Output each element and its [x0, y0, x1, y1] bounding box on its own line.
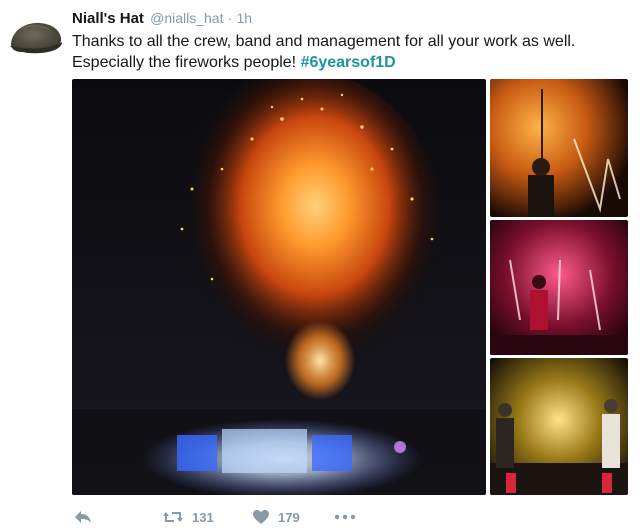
- retweet-count: 131: [192, 509, 214, 525]
- avatar[interactable]: [8, 18, 64, 58]
- reply-arrow-icon: [75, 511, 91, 523]
- photo-thumb-1[interactable]: [490, 79, 628, 217]
- like-button[interactable]: 179: [252, 505, 300, 529]
- more-button[interactable]: [334, 505, 356, 529]
- fireworks-image: [72, 79, 486, 495]
- author-name[interactable]: Niall's Hat: [72, 10, 144, 27]
- photo-thumb-3[interactable]: [490, 358, 628, 495]
- band-stage-fireworks-image: [490, 358, 628, 495]
- tweet-timestamp[interactable]: 1h: [237, 10, 253, 26]
- heart-icon: [253, 510, 269, 524]
- tweet: Niall's Hat @nialls_hat · 1h Thanks to a…: [0, 0, 640, 532]
- media-grid: [72, 79, 628, 495]
- tweet-text: Thanks to all the crew, band and managem…: [72, 31, 632, 73]
- tweet-text-line-2: Especially the fireworks people! #6years…: [72, 52, 632, 73]
- more-dots-icon: [334, 514, 356, 520]
- photo-thumb-2[interactable]: [490, 220, 628, 355]
- meta-separator: ·: [227, 10, 233, 26]
- retweet-icon: [163, 512, 183, 522]
- like-count: 179: [278, 509, 300, 525]
- tweet-text-line-1: Thanks to all the crew, band and managem…: [72, 33, 576, 50]
- author-handle[interactable]: @nialls_hat: [150, 10, 223, 26]
- performer-fireworks-image: [490, 79, 628, 217]
- tweet-actions: 131 179: [72, 505, 472, 529]
- performer-pink-fireworks-image: [490, 220, 628, 355]
- photo-fireworks-main[interactable]: [72, 79, 486, 495]
- hashtag-link[interactable]: #6yearsof1D: [301, 54, 396, 71]
- flat-cap-icon: [10, 22, 62, 54]
- tweet-header: Niall's Hat @nialls_hat · 1h: [72, 8, 252, 29]
- reply-button[interactable]: [74, 505, 92, 529]
- tweet-text-line-2-prefix: Especially the fireworks people!: [72, 54, 297, 71]
- retweet-button[interactable]: 131: [162, 505, 214, 529]
